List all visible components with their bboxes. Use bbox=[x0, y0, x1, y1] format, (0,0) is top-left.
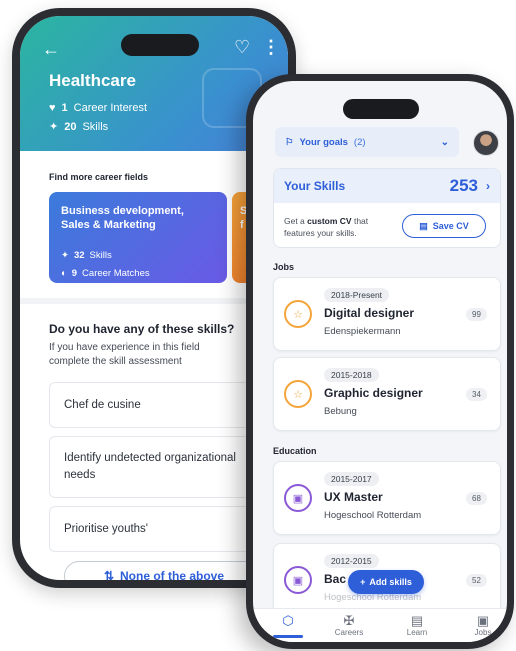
page-title: Healthcare bbox=[49, 71, 136, 90]
custom-cv-text: Get a custom CV that features your skill… bbox=[284, 215, 384, 239]
career-field-skills-label: Skills bbox=[89, 250, 112, 261]
entry-organization: Bebung bbox=[324, 406, 357, 417]
entry-organization: Hogeschool Rotterdam bbox=[324, 510, 422, 521]
career-interest-stat: ♥ 1 Career Interest bbox=[49, 102, 147, 114]
entry-organization: Edenspiekermann bbox=[324, 326, 401, 337]
star-icon: ☆ bbox=[284, 300, 312, 328]
skill-option[interactable]: Identify undetected organizational needs bbox=[49, 436, 269, 498]
chevron-right-icon: › bbox=[486, 179, 490, 193]
cv-text-prefix: Get a bbox=[284, 216, 305, 226]
save-cv-label: Save CV bbox=[432, 221, 469, 231]
skill-option[interactable]: Prioritise youths' bbox=[49, 506, 269, 552]
none-of-the-above-button[interactable]: ⇅ None of the above bbox=[64, 561, 264, 580]
your-skills-label: Your Skills bbox=[284, 179, 346, 193]
entry-title: Bac bbox=[324, 572, 347, 586]
book-icon: ▣ bbox=[284, 566, 312, 594]
career-field-title: Business development, Sales & Marketing bbox=[61, 205, 184, 231]
document-icon: ▤ bbox=[419, 220, 428, 231]
career-field-skills-count: 32 bbox=[73, 250, 85, 261]
career-field-card[interactable]: Business development, Sales & Marketing … bbox=[49, 192, 227, 283]
nav-learn[interactable]: ▤ Learn bbox=[392, 613, 442, 637]
add-skills-label: Add skills bbox=[369, 577, 412, 587]
badge-icon: ✦ bbox=[49, 121, 59, 133]
skills-question-subtitle: If you have experience in this field com… bbox=[49, 342, 200, 367]
briefcase-icon: ▣ bbox=[476, 613, 490, 628]
book-icon: ▣ bbox=[284, 484, 312, 512]
toggle-icon: ◐ bbox=[61, 268, 67, 279]
entry-date: 2012-2015 bbox=[324, 554, 379, 568]
jobs-heading: Jobs bbox=[273, 262, 295, 272]
your-goals-dropdown[interactable]: ⚐ Your goals (2) ⌄ bbox=[275, 127, 459, 157]
left-phone-notch bbox=[121, 34, 199, 56]
entry-skill-count: 34 bbox=[466, 388, 487, 401]
your-skills-count: 253 bbox=[449, 176, 478, 195]
job-card[interactable]: ☆ 2018-Present Digital designer Edenspie… bbox=[273, 277, 501, 351]
star-icon: ☆ bbox=[284, 380, 312, 408]
cv-text-bold: custom CV bbox=[307, 216, 352, 226]
plus-icon: + bbox=[360, 577, 366, 587]
heart-icon[interactable]: ♡ bbox=[234, 38, 250, 56]
badge-icon: ✦ bbox=[61, 250, 69, 261]
goals-label: Your goals bbox=[299, 136, 348, 148]
save-cv-button[interactable]: ▤ Save CV bbox=[402, 214, 486, 238]
right-phone-frame: ⚐ Your goals (2) ⌄ Your Skills 253 › Get… bbox=[246, 74, 514, 649]
education-card[interactable]: ▣ 2015-2017 UX Master Hogeschool Rotterd… bbox=[273, 461, 501, 535]
nav-jobs[interactable]: ▣ Jobs bbox=[458, 613, 507, 637]
more-vertical-icon[interactable]: ⋮ bbox=[262, 38, 280, 56]
nav-home[interactable]: ⬡ bbox=[263, 613, 313, 628]
avatar[interactable] bbox=[473, 130, 499, 156]
entry-date: 2018-Present bbox=[324, 288, 390, 302]
nav-careers-label: Careers bbox=[334, 628, 364, 637]
education-heading: Education bbox=[273, 446, 317, 456]
document-icon: ▤ bbox=[410, 613, 424, 628]
active-tab-indicator bbox=[273, 635, 303, 638]
nav-jobs-label: Jobs bbox=[474, 628, 492, 637]
goals-count: (2) bbox=[353, 136, 366, 148]
your-skills-card: Your Skills 253 › Get a custom CV that f… bbox=[273, 168, 501, 248]
chevron-down-icon: ⌄ bbox=[440, 136, 449, 148]
refresh-icon: ⇅ bbox=[103, 569, 115, 580]
entry-date: 2015-2017 bbox=[324, 472, 379, 486]
find-more-heading: Find more career fields bbox=[49, 172, 149, 182]
heart-filled-icon: ♥ bbox=[49, 102, 56, 114]
entry-skill-count: 68 bbox=[466, 492, 487, 505]
entry-title: UX Master bbox=[324, 490, 383, 504]
add-skills-button[interactable]: + Add skills bbox=[348, 570, 424, 594]
right-phone-screen: ⚐ Your goals (2) ⌄ Your Skills 253 › Get… bbox=[253, 81, 507, 642]
career-field-matches-label: Career Matches bbox=[82, 268, 150, 279]
entry-title: Digital designer bbox=[324, 306, 415, 320]
career-field-matches: ◐ 9 Career Matches bbox=[61, 268, 150, 279]
career-interest-count: 1 bbox=[61, 102, 68, 114]
skills-count: 20 bbox=[64, 120, 77, 133]
skills-label: Skills bbox=[82, 120, 109, 133]
entry-title: Graphic designer bbox=[324, 386, 423, 400]
skills-question-title: Do you have any of these skills? bbox=[49, 322, 235, 336]
skill-option[interactable]: Chef de cusine bbox=[49, 382, 269, 428]
back-arrow-icon[interactable]: ← bbox=[42, 40, 60, 58]
job-card[interactable]: ☆ 2015-2018 Graphic designer Bebung 34 bbox=[273, 357, 501, 431]
nav-learn-label: Learn bbox=[406, 628, 428, 637]
career-field-skills: ✦ 32 Skills bbox=[61, 250, 112, 261]
right-phone-notch bbox=[343, 99, 419, 119]
signpost-icon: ✠ bbox=[343, 613, 355, 628]
entry-skill-count: 99 bbox=[466, 308, 487, 321]
bottom-navigation: ⬡ ✠ Careers ▤ Learn ▣ Jobs bbox=[253, 608, 507, 642]
custom-cv-row: Get a custom CV that features your skill… bbox=[274, 203, 500, 247]
entry-date: 2015-2018 bbox=[324, 368, 379, 382]
your-skills-header[interactable]: Your Skills 253 › bbox=[274, 169, 500, 203]
career-field-matches-count: 9 bbox=[71, 268, 78, 279]
none-of-the-above-label: None of the above bbox=[120, 569, 225, 580]
nav-careers[interactable]: ✠ Careers bbox=[324, 613, 374, 637]
skills-stat: ✦ 20 Skills bbox=[49, 120, 109, 134]
home-badge-icon: ⬡ bbox=[282, 613, 294, 628]
goals-icon: ⚐ bbox=[285, 136, 294, 148]
career-interest-label: Career Interest bbox=[73, 102, 148, 114]
entry-skill-count: 52 bbox=[466, 574, 487, 587]
